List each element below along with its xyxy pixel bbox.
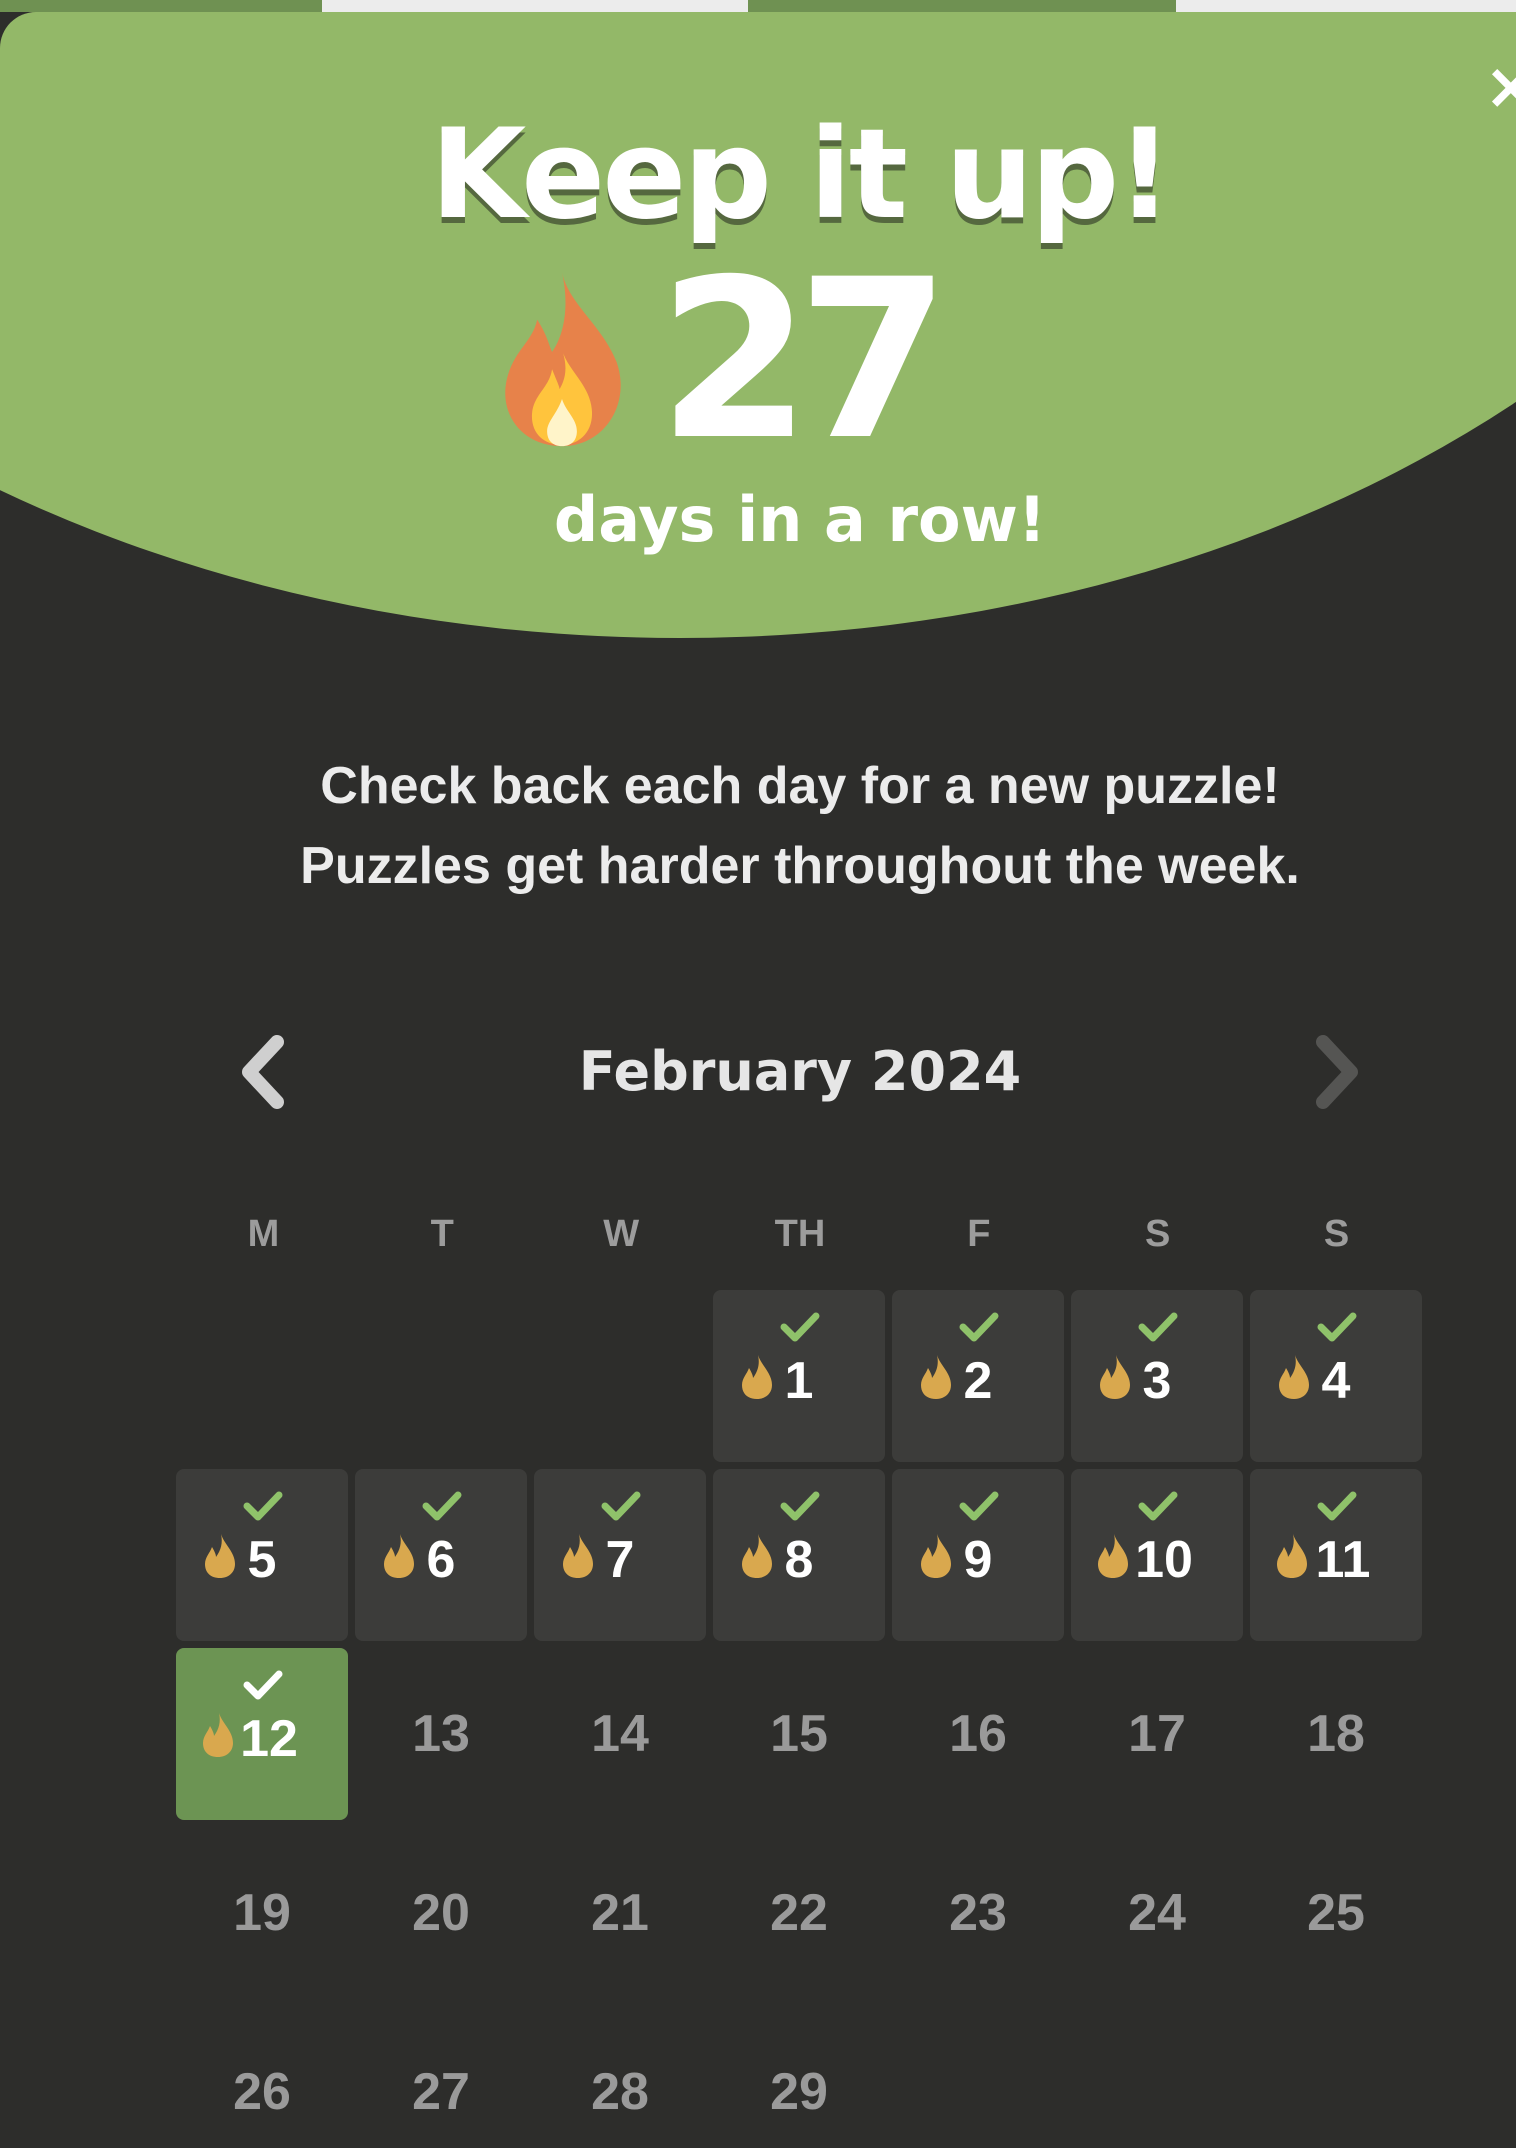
calendar-day-3[interactable]: 3 xyxy=(1071,1290,1243,1462)
weekday-label: T xyxy=(430,1213,454,1255)
calendar-empty-cell xyxy=(176,1290,348,1462)
calendar-day-number: 3 xyxy=(1142,1352,1172,1410)
calendar-day-14: 14 xyxy=(534,1648,706,1820)
calendar-day-5[interactable]: 5 xyxy=(176,1469,348,1641)
next-month-button[interactable] xyxy=(1295,1022,1375,1122)
check-icon xyxy=(243,1670,283,1700)
calendar-day-number: 20 xyxy=(412,1884,470,1942)
weekday-label: F xyxy=(967,1213,991,1255)
calendar-day-number: 8 xyxy=(784,1531,814,1589)
calendar-day-number: 10 xyxy=(1135,1531,1193,1589)
streak-caption: days in a row! xyxy=(553,483,1047,556)
calendar-day-21: 21 xyxy=(534,1827,706,1999)
month-label: February 2024 xyxy=(578,1040,1022,1103)
calendar-day-11[interactable]: 11 xyxy=(1250,1469,1422,1641)
calendar-day-15: 15 xyxy=(713,1648,885,1820)
calendar-day-number: 24 xyxy=(1128,1884,1186,1942)
calendar-day-number: 22 xyxy=(770,1884,828,1942)
message-line-2: Puzzles get harder throughout the week. xyxy=(300,837,1300,895)
calendar-day-22: 22 xyxy=(713,1827,885,1999)
weekday-header: M T W TH F S S xyxy=(176,1204,1424,1264)
calendar-day-8[interactable]: 8 xyxy=(713,1469,885,1641)
calendar-day-25: 25 xyxy=(1250,1827,1422,1999)
calendar-empty-cell xyxy=(534,1290,706,1462)
calendar-day-number: 5 xyxy=(247,1531,277,1589)
streak-modal: × Keep it up! 27 days in a row! Check ba… xyxy=(0,12,1516,2148)
calendar-day-number: 18 xyxy=(1307,1705,1365,1763)
background-tab xyxy=(322,0,748,12)
check-icon xyxy=(243,1491,283,1521)
streak-count: 27 xyxy=(658,232,950,488)
calendar-day-19: 19 xyxy=(176,1827,348,1999)
calendar-day-4[interactable]: 4 xyxy=(1250,1290,1422,1462)
calendar-day-number: 23 xyxy=(949,1884,1007,1942)
calendar-day-12[interactable]: 12 xyxy=(176,1648,348,1820)
calendar-day-28: 28 xyxy=(534,2006,706,2148)
calendar-day-26: 26 xyxy=(176,2006,348,2148)
calendar-day-9[interactable]: 9 xyxy=(892,1469,1064,1641)
calendar-day-number: 21 xyxy=(591,1884,649,1942)
calendar-day-number: 17 xyxy=(1128,1705,1186,1763)
background-tab-strip xyxy=(0,0,1516,12)
calendar-day-number: 13 xyxy=(412,1705,470,1763)
previous-month-button[interactable] xyxy=(225,1022,305,1122)
calendar-day-number: 15 xyxy=(770,1705,828,1763)
calendar-day-number: 2 xyxy=(963,1352,993,1410)
fire-icon xyxy=(505,272,621,447)
calendar-day-number: 14 xyxy=(591,1705,649,1763)
chevron-right-icon xyxy=(1316,1035,1358,1109)
check-icon xyxy=(1138,1491,1178,1521)
calendar-day-23: 23 xyxy=(892,1827,1064,1999)
calendar-day-number: 28 xyxy=(591,2063,649,2121)
calendar-day-13: 13 xyxy=(355,1648,527,1820)
calendar-day-number: 29 xyxy=(770,2063,828,2121)
calendar-day-number: 25 xyxy=(1307,1884,1365,1942)
calendar-day-1[interactable]: 1 xyxy=(713,1290,885,1462)
calendar-day-24: 24 xyxy=(1071,1827,1243,1999)
calendar-day-number: 16 xyxy=(949,1705,1007,1763)
calendar-day-18: 18 xyxy=(1250,1648,1422,1820)
check-icon xyxy=(1317,1312,1357,1342)
calendar-grid: 1 2 3 4 5 6 7 8 9 10 11 12 13 14 15 16 17 18 19 20 21 22 23 24 2… xyxy=(176,1290,1422,2148)
calendar-day-27: 27 xyxy=(355,2006,527,2148)
calendar-day-2[interactable]: 2 xyxy=(892,1290,1064,1462)
calendar-day-number: 11 xyxy=(1315,1531,1371,1589)
calendar-day-number: 7 xyxy=(605,1531,635,1589)
calendar-day-number: 26 xyxy=(233,2063,291,2121)
check-icon xyxy=(1138,1312,1178,1342)
background-tab xyxy=(1176,0,1516,12)
weekday-label: S xyxy=(1145,1213,1171,1255)
calendar-empty-cell xyxy=(355,1290,527,1462)
chevron-left-icon xyxy=(242,1035,284,1109)
calendar-day-6[interactable]: 6 xyxy=(355,1469,527,1641)
check-icon xyxy=(959,1312,999,1342)
message-line-1: Check back each day for a new puzzle! xyxy=(320,757,1280,815)
calendar-day-17: 17 xyxy=(1071,1648,1243,1820)
check-icon xyxy=(422,1491,462,1521)
calendar-day-number: 19 xyxy=(233,1884,291,1942)
check-icon xyxy=(780,1312,820,1342)
calendar-day-16: 16 xyxy=(892,1648,1064,1820)
calendar-day-number: 4 xyxy=(1321,1352,1351,1410)
calendar-day-number: 9 xyxy=(963,1531,993,1589)
check-icon xyxy=(959,1491,999,1521)
weekday-label: TH xyxy=(774,1213,826,1255)
check-icon xyxy=(601,1491,641,1521)
calendar-day-number: 12 xyxy=(240,1710,298,1768)
calendar-day-10[interactable]: 10 xyxy=(1071,1469,1243,1641)
check-icon xyxy=(780,1491,820,1521)
calendar-day-29: 29 xyxy=(713,2006,885,2148)
info-message: Check back each day for a new puzzle! Pu… xyxy=(0,746,1516,906)
modal-title: Keep it up! xyxy=(430,103,1173,247)
calendar-day-20: 20 xyxy=(355,1827,527,1999)
calendar-day-number: 1 xyxy=(784,1352,814,1410)
check-icon xyxy=(1317,1491,1357,1521)
weekday-label: M xyxy=(247,1213,280,1255)
calendar-day-number: 6 xyxy=(426,1531,456,1589)
weekday-label: W xyxy=(603,1213,640,1255)
calendar-day-7[interactable]: 7 xyxy=(534,1469,706,1641)
streak-display: 27 xyxy=(500,232,950,488)
calendar-day-number: 27 xyxy=(412,2063,470,2121)
weekday-label: S xyxy=(1323,1213,1350,1255)
